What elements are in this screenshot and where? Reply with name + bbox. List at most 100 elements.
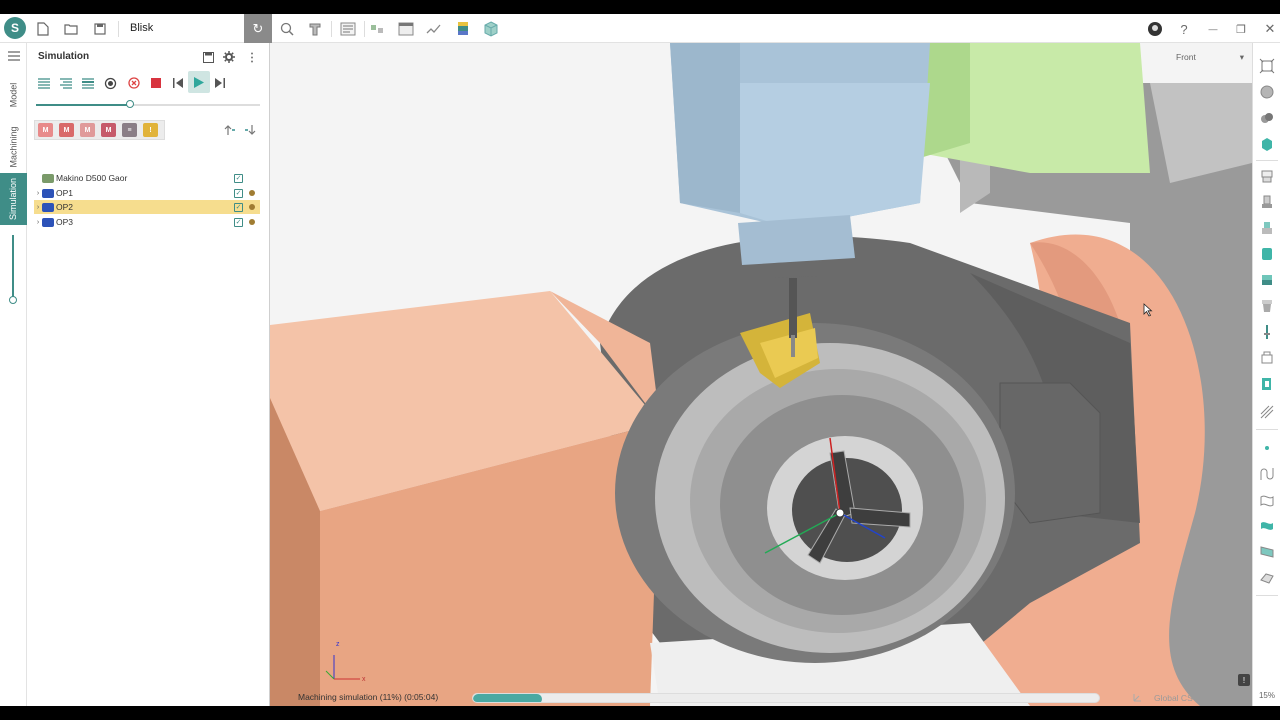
tree-item-label: OP2 [56,202,74,212]
holder-icon[interactable] [1258,219,1276,237]
sort-down-icon[interactable] [242,122,258,138]
filter-toolbar: M M M M ≡ ! [34,120,165,140]
sheet-icon[interactable] [1258,569,1276,587]
open-folder-icon[interactable] [60,18,82,40]
machine-scene [270,43,1252,706]
coordinate-system-icon[interactable] [1132,692,1143,703]
coordinate-system-label: Global CS [1154,693,1193,703]
save-icon[interactable] [89,18,111,40]
spindle-icon[interactable] [1258,193,1276,211]
notification-icon[interactable]: ! [1238,674,1250,686]
tool-view-icon[interactable] [1258,323,1276,341]
3d-viewport[interactable]: z x Front ▾ Machining simulation (11%) (… [270,43,1252,706]
toolbar-divider [1256,429,1278,430]
expand-chevron-icon[interactable]: › [34,204,42,211]
toolpath-icon[interactable] [423,18,445,40]
cube-view-icon[interactable] [480,18,502,40]
operation-icon [42,188,54,198]
fit-view-icon[interactable] [1258,57,1276,75]
operation-icon [42,217,54,227]
operation-list-icon[interactable] [80,75,96,91]
tab-model[interactable]: Model [0,71,27,119]
tree-item-op3[interactable]: › OP3 ✓ [34,215,260,229]
part-view-icon[interactable] [1258,297,1276,315]
side-tab-strip: Model Machining Simulation [0,43,27,706]
solid-view-icon[interactable] [1258,135,1276,153]
operations-icon[interactable] [366,18,388,40]
machine-head-icon[interactable] [1258,167,1276,185]
simulation-progress-track[interactable] [36,104,260,106]
close-icon[interactable]: ✕ [1259,18,1280,40]
stop-button[interactable] [148,75,164,91]
point-marker-icon[interactable] [1258,439,1276,457]
view-search-icon[interactable] [276,18,298,40]
visibility-checkbox[interactable]: ✓ [234,188,243,198]
tab-machining-label: Machining [8,126,19,168]
visibility-checkbox[interactable]: ✓ [234,173,243,183]
stock-icon[interactable] [452,18,474,40]
more-options-icon[interactable] [244,49,260,65]
expand-chevron-icon[interactable]: › [34,219,42,226]
curve-icon[interactable] [1258,465,1276,483]
viewport-status-bar: Machining simulation (11%) (0:05:04) Glo… [270,689,1252,706]
report-icon[interactable] [395,18,417,40]
stock-view-icon[interactable] [1258,245,1276,263]
settings-gear-icon[interactable] [221,49,237,65]
speed-slider-track[interactable] [12,235,14,303]
filter-list-icon[interactable]: ≡ [122,123,137,137]
stop-circle-icon[interactable] [126,75,142,91]
new-file-icon[interactable] [32,18,54,40]
filter-stock-icon[interactable]: M [101,123,116,137]
status-dot-icon [249,190,255,196]
collision-check-icon[interactable] [102,75,118,91]
filter-machine-icon[interactable]: M [38,123,53,137]
view-orientation-select[interactable]: Front ▾ [1172,52,1248,68]
app-logo-icon[interactable]: S [4,17,26,39]
tree-item-op2[interactable]: › OP2 ✓ [34,200,260,214]
user-avatar-icon[interactable] [1144,18,1166,40]
minimize-icon[interactable]: — [1202,18,1224,40]
right-view-toolbar: 15% [1252,43,1280,706]
refresh-button[interactable]: ↻ [244,14,272,43]
surface-icon[interactable] [1258,491,1276,509]
view-orientation-value: Front [1176,52,1196,62]
tab-machining[interactable]: Machining [0,121,27,173]
step-list-icon[interactable] [58,75,74,91]
simulation-progress-handle[interactable] [126,100,135,108]
visibility-checkbox[interactable]: ✓ [234,202,243,212]
menu-icon[interactable] [0,43,27,69]
list-view-icon[interactable] [36,75,52,91]
save-state-icon[interactable] [200,49,216,65]
filter-warning-icon[interactable]: ! [143,123,158,137]
visibility-checkbox[interactable]: ✓ [234,217,243,227]
shading-icon[interactable] [1258,109,1276,127]
help-icon[interactable]: ? [1173,18,1195,40]
restore-icon[interactable]: ❐ [1230,18,1252,40]
tool-library-icon[interactable] [304,18,326,40]
flag-surface-icon[interactable] [1258,543,1276,561]
filter-fixture-icon[interactable]: M [80,123,95,137]
section-view-icon[interactable] [1258,375,1276,393]
render-mode-icon[interactable] [1258,83,1276,101]
fixture-view-icon[interactable] [1258,271,1276,289]
tree-item-op1[interactable]: › OP1 ✓ [34,186,260,200]
machine-icon [42,173,54,183]
toolpath-view-icon[interactable] [1258,349,1276,367]
gcode-icon[interactable] [337,18,359,40]
step-forward-button[interactable] [212,75,228,91]
sort-up-icon[interactable] [222,122,238,138]
application-window: S Blisk ↻ ? — ❐ ✕ Model Machining Simula… [0,14,1280,706]
tree-item-machine[interactable]: Makino D500 Gaor ✓ [34,171,260,185]
play-button[interactable] [188,71,210,93]
document-title: Blisk [130,22,154,34]
hatch-view-icon[interactable] [1258,403,1276,421]
speed-slider-handle[interactable] [9,296,17,304]
solid-surface-icon[interactable] [1258,517,1276,535]
tab-simulation[interactable]: Simulation [0,173,27,225]
filter-tool-icon[interactable]: M [59,123,74,137]
operation-icon [42,202,54,212]
step-back-button[interactable] [170,75,186,91]
simulation-status-progress-fill [473,694,542,702]
tab-simulation-label: Simulation [8,177,19,221]
expand-chevron-icon[interactable]: › [34,190,42,197]
